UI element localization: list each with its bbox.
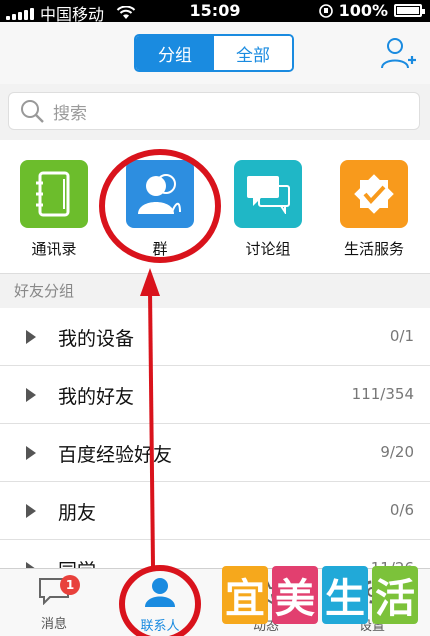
shortcut-label: 讨论组 <box>245 240 291 258</box>
search-icon <box>21 100 44 123</box>
tab-label: 联系人 <box>140 619 180 634</box>
expand-arrow-icon <box>26 330 36 344</box>
tab-messages[interactable]: 1 消息 <box>14 575 94 632</box>
group-name: 百度经验好友 <box>58 444 173 466</box>
section-header: 好友分组 <box>0 274 430 308</box>
group-count: 0/1 <box>389 327 414 345</box>
group-name: 我的设备 <box>58 328 135 350</box>
list-item[interactable]: 我的设备 0/1 <box>0 308 430 366</box>
status-bar: 中国移动 15:09 100% <box>0 0 430 24</box>
contacts-icon <box>145 578 175 607</box>
shortcut-life-services[interactable]: 生活服务 <box>324 160 424 259</box>
segment-all[interactable]: 全部 <box>214 36 292 70</box>
group-count: 9/20 <box>380 443 414 461</box>
badge-check-icon <box>340 160 408 228</box>
watermark-char: 宜 <box>222 566 268 624</box>
list-item[interactable]: 朋友 0/6 <box>0 482 430 540</box>
group-icon <box>126 160 194 228</box>
watermark-char: 美 <box>272 566 318 624</box>
friend-group-list: 我的设备 0/1 我的好友 111/354 百度经验好友 9/20 朋友 0/6… <box>0 308 430 598</box>
segmented-control: 分组 全部 <box>134 34 294 72</box>
group-count: 0/6 <box>389 501 414 519</box>
group-count: 111/354 <box>351 385 414 403</box>
shortcut-grid: 通讯录 群 讨论组 生活服务 <box>0 140 430 274</box>
expand-arrow-icon <box>26 446 36 460</box>
segment-groups[interactable]: 分组 <box>136 36 214 70</box>
shortcut-label: 通讯录 <box>31 240 77 258</box>
group-name: 我的好友 <box>58 386 135 408</box>
shortcut-label: 群 <box>152 240 168 258</box>
top-navigation: 分组 全部 <box>0 22 430 84</box>
tab-label: 消息 <box>40 617 67 632</box>
shortcut-contacts-book[interactable]: 通讯录 <box>4 160 104 259</box>
add-user-icon[interactable] <box>380 36 418 70</box>
list-item[interactable]: 百度经验好友 9/20 <box>0 424 430 482</box>
chat-bubbles-icon <box>234 160 302 228</box>
search-placeholder: 搜索 <box>53 103 87 124</box>
search-area: 搜索 <box>0 84 430 140</box>
shortcut-groups[interactable]: 群 <box>110 160 210 259</box>
shortcut-discussion[interactable]: 讨论组 <box>218 160 318 259</box>
watermark-char: 活 <box>372 566 418 624</box>
shortcut-label: 生活服务 <box>343 240 404 258</box>
watermark-logo: 宜 美 生 活 <box>222 566 420 628</box>
orientation-lock-icon <box>318 3 333 18</box>
expand-arrow-icon <box>26 504 36 518</box>
battery-percent: 100% <box>338 1 388 20</box>
watermark-char: 生 <box>322 566 368 624</box>
search-input[interactable]: 搜索 <box>8 92 420 130</box>
notebook-icon <box>20 160 88 228</box>
expand-arrow-icon <box>26 388 36 402</box>
unread-badge: 1 <box>60 575 80 595</box>
group-name: 朋友 <box>58 502 97 524</box>
status-right: 100% <box>318 1 425 20</box>
battery-icon <box>394 4 425 17</box>
list-item[interactable]: 我的好友 111/354 <box>0 366 430 424</box>
tab-contacts[interactable]: 联系人 <box>120 577 200 634</box>
